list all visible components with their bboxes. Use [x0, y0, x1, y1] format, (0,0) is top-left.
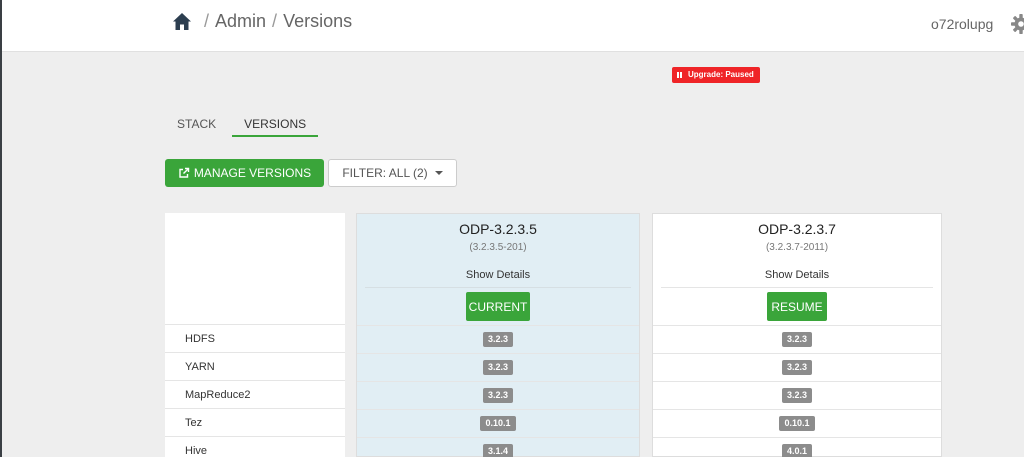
- component-version-badge: 3.2.3: [781, 360, 813, 375]
- upgrade-status-label: Upgrade: Paused: [688, 70, 754, 79]
- version-column-current: ODP-3.2.3.5 (3.2.3.5-201) Show Details C…: [356, 213, 640, 457]
- user-menu[interactable]: o72rolupg: [931, 16, 993, 32]
- breadcrumb-separator: /: [204, 11, 210, 31]
- version-column-target: ODP-3.2.3.7 (3.2.3.7-2011) Show Details …: [652, 213, 942, 457]
- home-icon[interactable]: [172, 12, 192, 32]
- current-button[interactable]: CURRENT: [466, 292, 530, 321]
- component-row-mapreduce2: MapReduce2: [165, 381, 345, 409]
- page-title: Versions: [283, 11, 353, 31]
- component-row-hdfs: HDFS: [165, 325, 345, 353]
- version-row: 0.10.1: [357, 410, 639, 438]
- component-version-badge: 0.10.1: [779, 416, 815, 431]
- version-row: 3.1.4: [357, 438, 639, 457]
- upgrade-status-badge[interactable]: Upgrade: Paused: [672, 67, 760, 83]
- label-column-header: [165, 213, 345, 325]
- component-version-badge: 3.2.3: [482, 388, 514, 403]
- component-row-hive: Hive: [165, 437, 345, 457]
- pause-icon: [677, 72, 682, 78]
- tab-stack[interactable]: STACK: [165, 117, 228, 137]
- version-row: 3.2.3: [357, 326, 639, 354]
- version-header: ODP-3.2.3.7 (3.2.3.7-2011) Show Details …: [653, 214, 941, 326]
- version-row: 0.10.1: [653, 410, 941, 438]
- manage-versions-label: MANAGE VERSIONS: [193, 166, 312, 180]
- breadcrumb: / Admin / Versions: [172, 11, 352, 32]
- version-row: 3.2.3: [653, 326, 941, 354]
- gear-icon[interactable]: [1010, 13, 1024, 35]
- component-version-badge: 3.2.3: [482, 360, 514, 375]
- resume-button[interactable]: RESUME: [767, 292, 827, 321]
- version-name: ODP-3.2.3.5: [459, 221, 537, 237]
- divider: [661, 287, 933, 288]
- window-left-edge: [0, 0, 2, 457]
- breadcrumb-separator: /: [272, 11, 278, 31]
- component-version-badge: 3.2.3: [781, 388, 813, 403]
- version-row: 3.2.3: [357, 382, 639, 410]
- version-row: 4.0.1: [653, 438, 941, 457]
- top-bar: / Admin / Versions o72rolupg: [2, 0, 1024, 52]
- show-details-link[interactable]: Show Details: [653, 269, 941, 281]
- component-version-badge: 3.1.4: [482, 444, 514, 457]
- version-row: 3.2.3: [357, 354, 639, 382]
- version-build: (3.2.3.7-2011): [765, 242, 829, 253]
- component-version-badge: 3.2.3: [482, 332, 514, 347]
- filter-dropdown[interactable]: FILTER: ALL (2): [328, 159, 457, 187]
- divider: [365, 287, 631, 288]
- breadcrumb-admin[interactable]: Admin: [215, 11, 266, 32]
- version-name: ODP-3.2.3.7: [758, 221, 836, 237]
- version-row: 3.2.3: [653, 382, 941, 410]
- component-row-yarn: YARN: [165, 353, 345, 381]
- component-version-badge: 0.10.1: [480, 416, 516, 431]
- external-link-icon: [179, 167, 190, 178]
- chevron-down-icon: [434, 171, 443, 175]
- tab-versions[interactable]: VERSIONS: [232, 117, 319, 137]
- manage-versions-button[interactable]: MANAGE VERSIONS: [165, 159, 324, 187]
- version-header: ODP-3.2.3.5 (3.2.3.5-201) Show Details C…: [357, 214, 639, 326]
- component-label-column: HDFS YARN MapReduce2 Tez Hive: [165, 213, 345, 457]
- show-details-link[interactable]: Show Details: [357, 269, 639, 281]
- tab-bar: STACK VERSIONS: [165, 117, 319, 137]
- filter-label: FILTER: ALL (2): [342, 166, 428, 180]
- version-row: 3.2.3: [653, 354, 941, 382]
- component-version-badge: 3.2.3: [781, 332, 813, 347]
- version-build: (3.2.3.5-201): [469, 242, 527, 253]
- component-row-tez: Tez: [165, 409, 345, 437]
- component-version-badge: 4.0.1: [781, 444, 813, 457]
